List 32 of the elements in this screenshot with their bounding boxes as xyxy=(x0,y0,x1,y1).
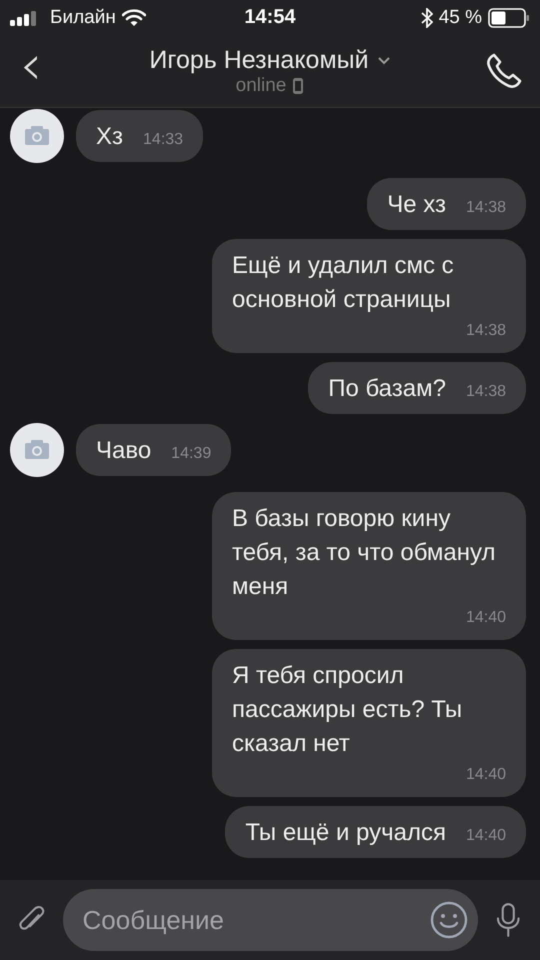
message-input[interactable]: Сообщение xyxy=(62,889,478,951)
contact-name[interactable]: Игорь Незнакомый xyxy=(149,46,369,74)
message-text: По базам? xyxy=(328,374,446,404)
phone-icon[interactable] xyxy=(484,51,524,91)
message-time: 14:33 xyxy=(143,130,184,150)
battery-icon xyxy=(488,8,530,28)
message-time: 14:38 xyxy=(466,321,506,341)
chevron-down-icon[interactable] xyxy=(376,56,391,64)
battery-percent: 45 % xyxy=(438,6,482,28)
message-time: 14:40 xyxy=(466,765,506,785)
message-text: Хз xyxy=(96,122,124,152)
message-time: 14:38 xyxy=(466,198,506,218)
phone-device-icon xyxy=(292,76,304,94)
message-time: 14:39 xyxy=(171,444,212,464)
message-text: Чаво xyxy=(96,436,152,466)
message-text: Я тебя спросил пассажиры есть? Ты сказал нет xyxy=(232,661,464,759)
message-time: 14:40 xyxy=(466,826,506,846)
message-text: Ещё и удалил смс с основной страницы xyxy=(232,251,455,315)
avatar-icon[interactable] xyxy=(10,423,64,477)
status-time: 14:54 xyxy=(244,6,296,29)
carrier-name: Билайн xyxy=(50,6,116,28)
wifi-icon xyxy=(122,8,146,26)
message-text: Ты ещё и ручался xyxy=(245,818,446,848)
emoji-icon[interactable] xyxy=(430,901,468,939)
message-time: 14:38 xyxy=(466,382,506,402)
message-text: В базы говорю кину тебя, за то что обманул меня xyxy=(232,504,496,602)
online-status: online xyxy=(236,74,286,96)
back-button[interactable]: ‹ xyxy=(12,38,56,104)
message-time: 14:40 xyxy=(466,608,506,628)
message-text: Че хз xyxy=(387,190,446,220)
avatar-icon[interactable] xyxy=(10,109,64,163)
bluetooth-icon xyxy=(420,8,433,28)
